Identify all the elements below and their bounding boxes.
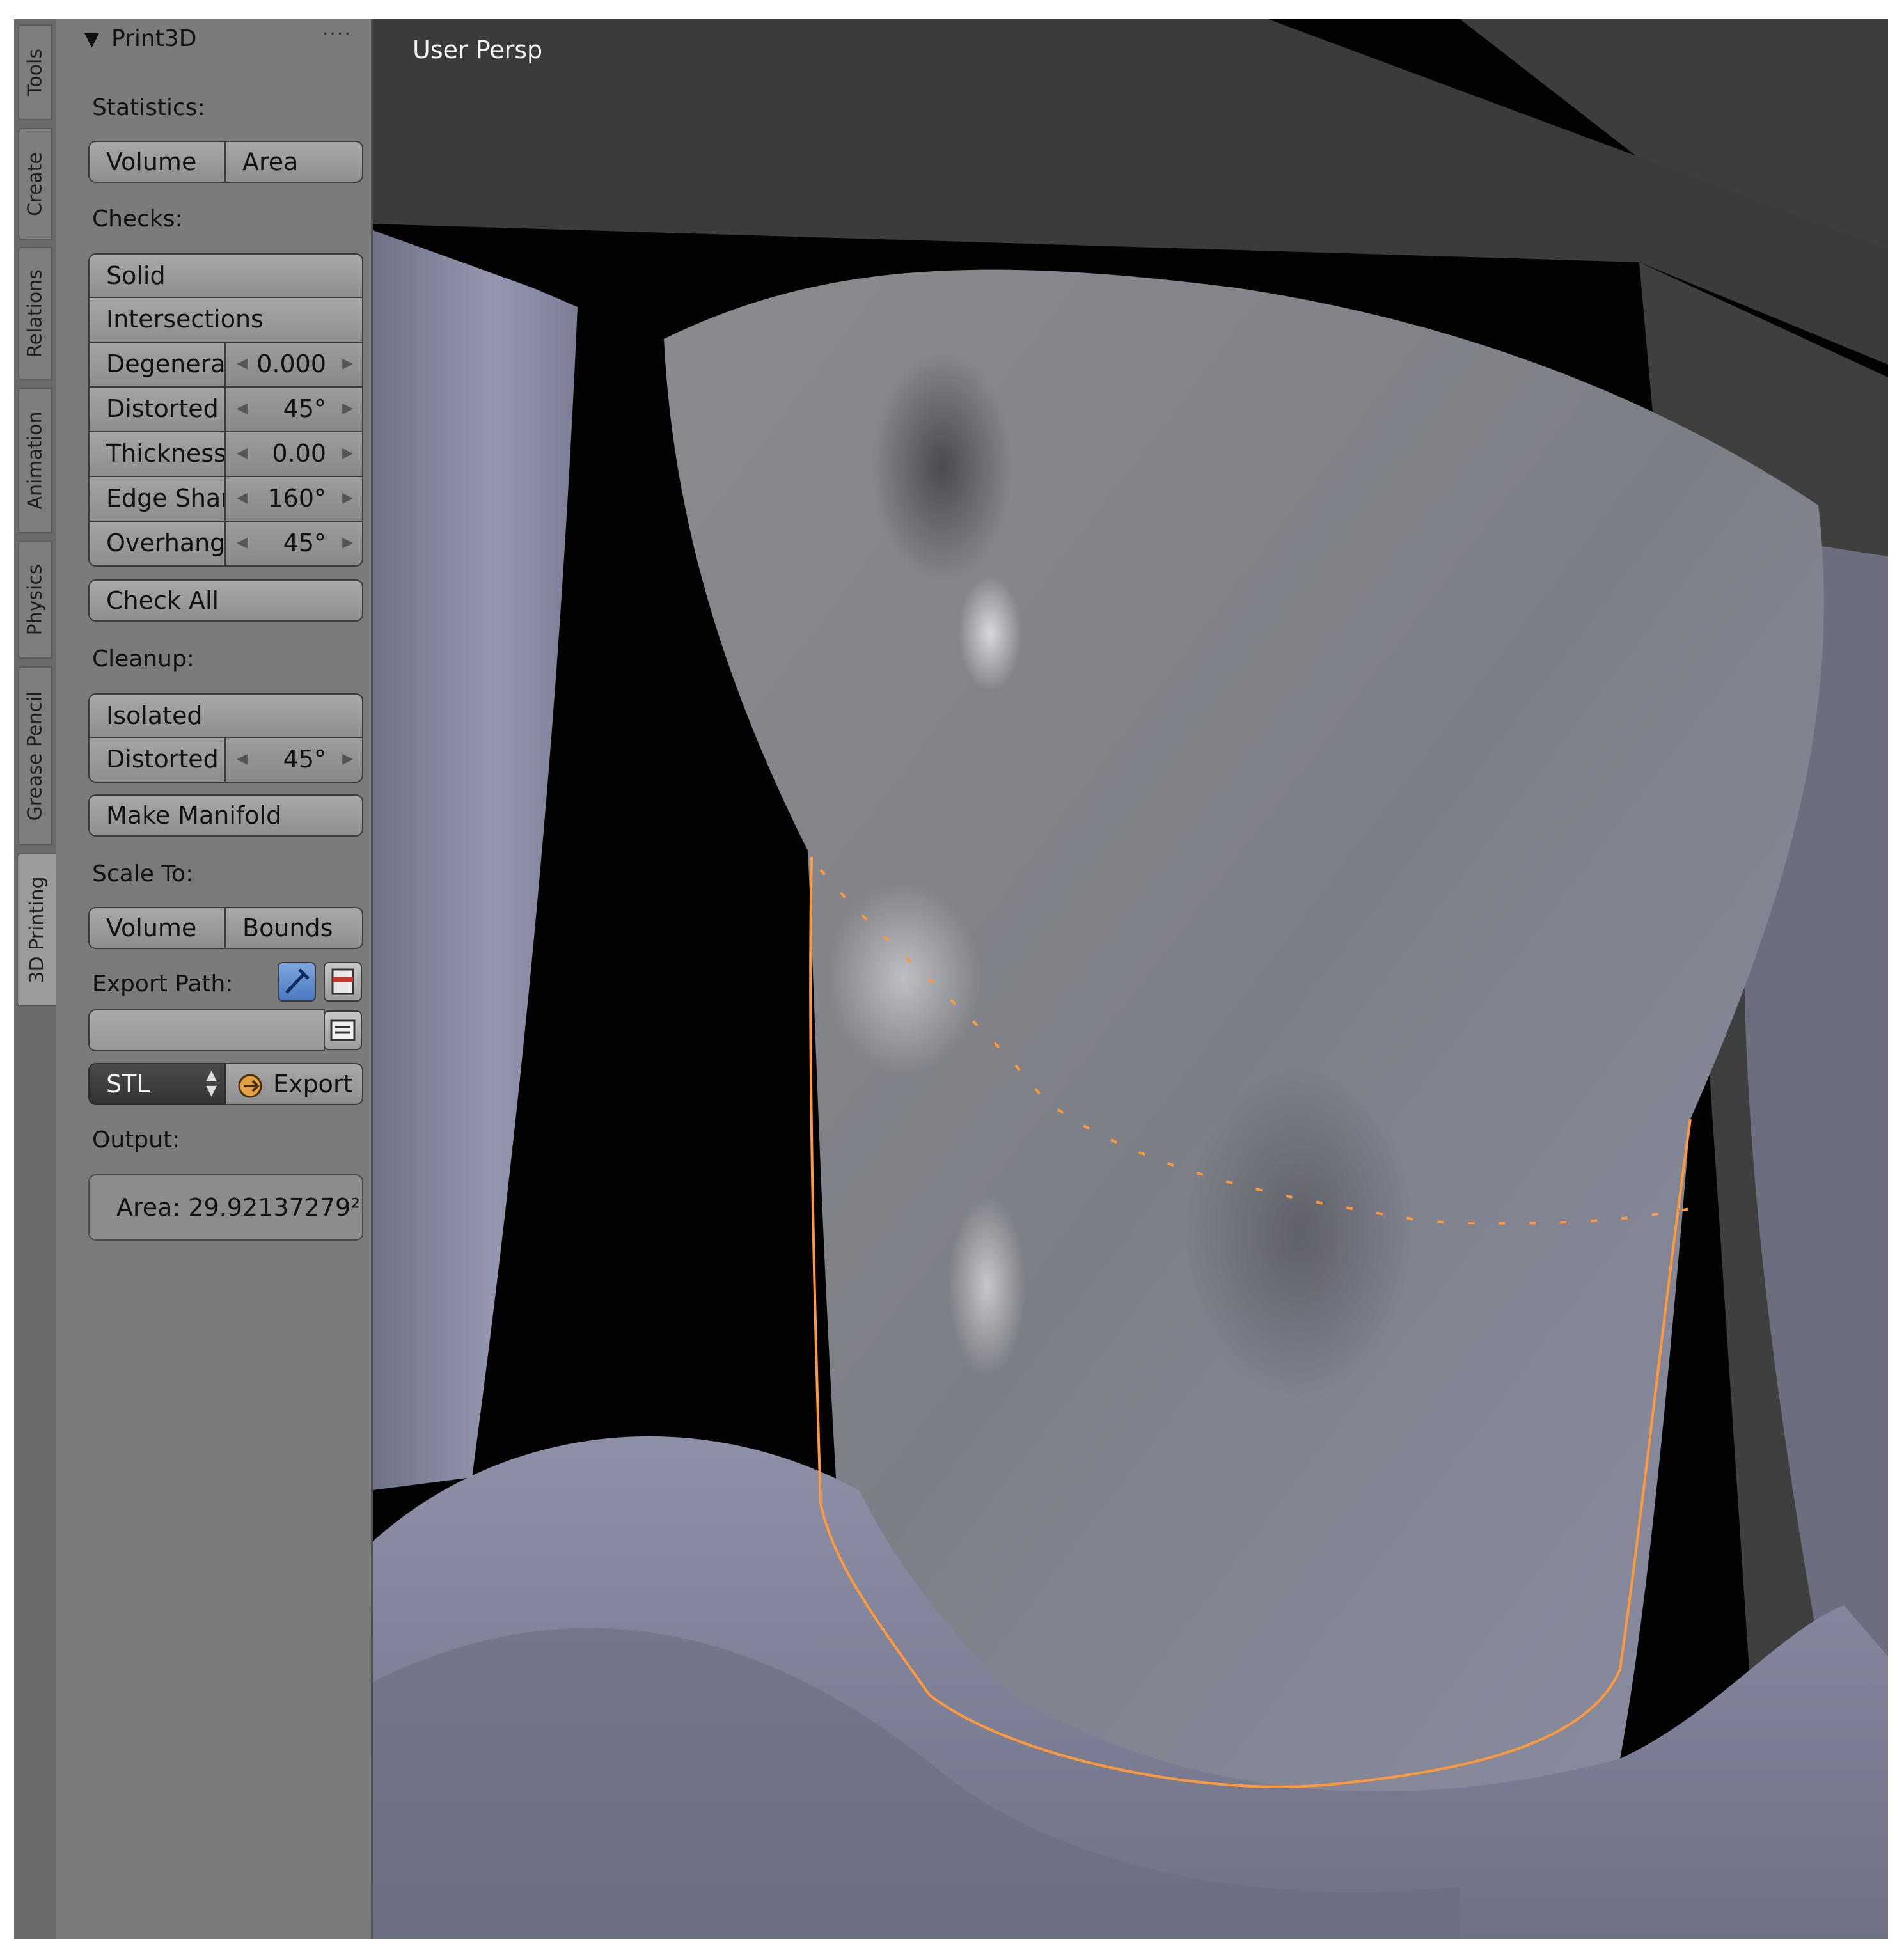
panel-title: Print3D [111, 26, 197, 52]
updown-arrows-icon: ▲ ▼ [206, 1067, 217, 1099]
export-icon [238, 1074, 262, 1098]
check-solid-button[interactable]: Solid [88, 253, 363, 298]
increment-arrow-icon[interactable]: ▶ [342, 522, 353, 564]
statistics-volume-button[interactable]: Volume [88, 141, 226, 183]
pin-icon [285, 968, 310, 994]
tab-3d-printing[interactable]: 3D Printing [17, 853, 56, 1007]
file-browse-blank-button[interactable] [324, 962, 362, 1002]
export-path-input[interactable] [88, 1009, 325, 1051]
file-icon [331, 968, 354, 995]
cleanup-distorted-button[interactable]: Distorted [88, 738, 226, 783]
relative-path-toggle[interactable] [278, 962, 316, 1002]
increment-arrow-icon[interactable]: ▶ [342, 738, 353, 780]
tab-create[interactable]: Create [18, 128, 52, 240]
checks-label: Checks: [92, 206, 183, 232]
decrement-arrow-icon[interactable]: ◀ [237, 343, 248, 385]
tab-physics[interactable]: Physics [18, 541, 52, 659]
torso-highlight [958, 576, 1022, 691]
tab-animation[interactable]: Animation [18, 388, 52, 533]
increment-arrow-icon[interactable]: ▶ [342, 477, 353, 519]
viewport-label: User Persp [413, 36, 543, 64]
print3d-panel: ▼ Print3D ···· Statistics: Volume Area C… [56, 19, 373, 1939]
tab-grease-pencil[interactable]: Grease Pencil [18, 666, 52, 845]
statistics-area-button[interactable]: Area [226, 141, 363, 183]
check-thickness-row[interactable]: Thickness 0.00 ◀ ▶ [88, 432, 363, 477]
torso-shadow [872, 352, 1012, 582]
check-overhang-row[interactable]: Overhang 45° ◀ ▶ [88, 522, 363, 567]
blender-window: Tools Create Relations Animation Physics… [14, 19, 1888, 1939]
export-button[interactable]: Export [226, 1063, 363, 1105]
drag-handle-icon[interactable]: ···· [322, 23, 352, 45]
check-intersections-button[interactable]: Intersections [88, 298, 363, 343]
decrement-arrow-icon[interactable]: ◀ [237, 432, 248, 475]
increment-arrow-icon[interactable]: ▶ [342, 388, 353, 430]
scale-volume-button[interactable]: Volume [88, 907, 226, 949]
decrement-arrow-icon[interactable]: ◀ [237, 522, 248, 564]
3d-viewport[interactable]: User Persp [373, 19, 1888, 1939]
mesh-render [373, 19, 1888, 1939]
folder-icon [330, 1019, 356, 1041]
export-path-label: Export Path: [92, 971, 233, 997]
increment-arrow-icon[interactable]: ▶ [342, 432, 353, 475]
cleanup-isolated-button[interactable]: Isolated [88, 693, 363, 738]
torso-highlight [948, 1196, 1025, 1375]
browse-folder-button[interactable] [324, 1010, 362, 1050]
decrement-arrow-icon[interactable]: ◀ [237, 477, 248, 519]
check-edge-sharp-row[interactable]: Edge Shar 160° ◀ ▶ [88, 477, 363, 522]
increment-arrow-icon[interactable]: ▶ [342, 343, 353, 385]
cleanup-distorted-row[interactable]: Distorted 45° ◀ ▶ [88, 738, 363, 783]
decrement-arrow-icon[interactable]: ◀ [237, 388, 248, 430]
check-degenerate-button[interactable]: Degenerat [88, 343, 226, 388]
output-label: Output: [92, 1127, 180, 1153]
check-distorted-button[interactable]: Distorted [88, 388, 226, 432]
cleanup-label: Cleanup: [92, 646, 194, 672]
check-degenerate-row[interactable]: Degenerat 0.000 ◀ ▶ [88, 343, 363, 388]
tab-tools[interactable]: Tools [18, 24, 52, 120]
torso-shadow [1185, 1068, 1415, 1401]
collapse-triangle-icon[interactable]: ▼ [84, 28, 99, 51]
tool-shelf-tabs: Tools Create Relations Animation Physics… [14, 19, 58, 1939]
decrement-arrow-icon[interactable]: ◀ [237, 738, 248, 780]
check-all-button[interactable]: Check All [88, 579, 363, 622]
tab-relations[interactable]: Relations [18, 247, 52, 380]
check-thickness-button[interactable]: Thickness [88, 432, 226, 477]
export-format-select[interactable]: STL ▲ ▼ [88, 1063, 226, 1105]
torso-highlight [827, 883, 980, 1074]
scale-to-label: Scale To: [92, 861, 194, 887]
format-value: STL [106, 1070, 150, 1098]
panel-header[interactable]: ▼ Print3D ···· [56, 19, 371, 59]
check-overhang-button[interactable]: Overhang [88, 522, 226, 567]
output-area-readout: Area: 29.92137279² [88, 1174, 363, 1241]
make-manifold-button[interactable]: Make Manifold [88, 794, 363, 837]
statistics-label: Statistics: [92, 95, 205, 121]
check-edge-sharp-button[interactable]: Edge Shar [88, 477, 226, 522]
scale-bounds-button[interactable]: Bounds [226, 907, 363, 949]
export-button-label: Export [273, 1070, 353, 1098]
check-distorted-row[interactable]: Distorted 45° ◀ ▶ [88, 388, 363, 432]
